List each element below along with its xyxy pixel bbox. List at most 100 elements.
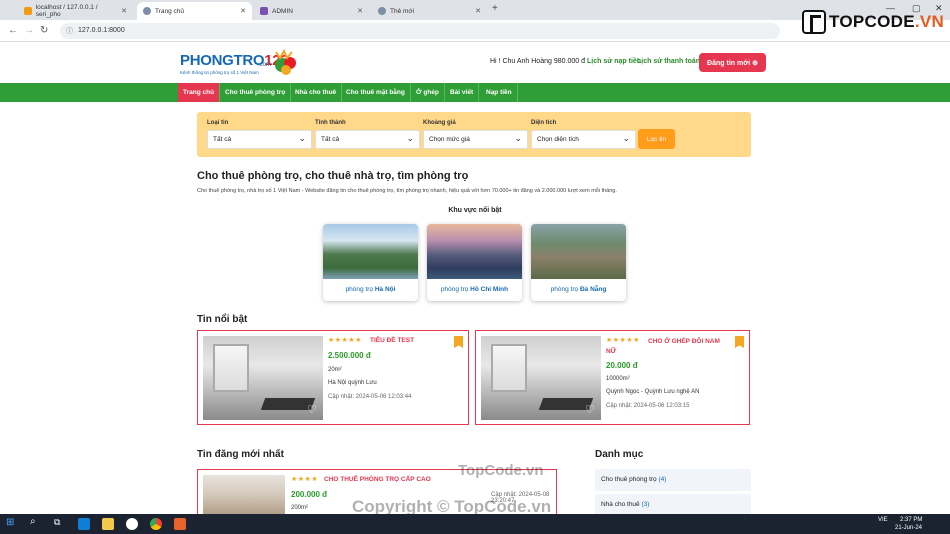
phpmyadmin-icon bbox=[24, 7, 32, 15]
topcode-main: TOPCODE bbox=[829, 12, 915, 31]
type-label: Loại tin bbox=[207, 120, 229, 126]
heart-icon[interactable]: ♡ bbox=[307, 403, 319, 416]
new-tab-icon[interactable]: + bbox=[492, 3, 498, 14]
task-view-icon[interactable]: ⧉ bbox=[54, 517, 66, 529]
listing-price: 200.000 đ bbox=[291, 490, 328, 499]
site-logo[interactable]: PHONGTRO123 .com Kênh thông tin phòng tr… bbox=[180, 48, 310, 80]
file-explorer-icon[interactable] bbox=[102, 518, 114, 530]
tab-phpmyadmin[interactable]: localhost / 127.0.0.1 / seri_pho ✕ bbox=[18, 2, 133, 20]
listing-address: Hà Nội quỳnh Lưu bbox=[328, 380, 377, 386]
close-icon[interactable]: ✕ bbox=[475, 7, 481, 15]
menu-item-articles[interactable]: Bài viết bbox=[445, 83, 480, 102]
reload-icon[interactable]: ↻ bbox=[40, 25, 48, 36]
tab-label: ADMIN bbox=[272, 7, 293, 15]
type-value: Tất cả bbox=[213, 136, 232, 143]
watermark-top: TopCode.vn bbox=[458, 462, 544, 479]
close-icon[interactable]: ✕ bbox=[357, 7, 363, 15]
area-name: Hà Nội bbox=[374, 286, 396, 293]
user-greeting: Hi ! Chu Anh Hoàng 980.000 đ bbox=[490, 58, 585, 65]
site-info-icon[interactable]: ⓘ bbox=[66, 26, 73, 36]
logo-tagline: Kênh thông tin phòng trọ số 1 Việt Nam bbox=[180, 70, 259, 75]
province-label: Tỉnh thành bbox=[315, 120, 346, 126]
windows-taskbar: ⊞ ⌕ ⧉ VIE 2:37 PM 21-Jun-24 bbox=[0, 514, 950, 534]
menu-item-sharing[interactable]: Ở ghép bbox=[411, 83, 445, 102]
search-icon[interactable]: ⌕ bbox=[30, 516, 42, 528]
bookmark-icon[interactable] bbox=[735, 336, 744, 348]
listing-updated: Cập nhật: 2024-05-06 12:03:15 bbox=[606, 403, 690, 409]
listing-updated: Cập nhật: 2024-05-06 12:03:44 bbox=[328, 394, 412, 400]
menu-item-home[interactable]: Trang chủ bbox=[178, 83, 221, 102]
latest-title: Tin đăng mới nhất bbox=[197, 449, 284, 460]
category-item[interactable]: Cho thuê phòng trọ (4) bbox=[595, 469, 751, 491]
area-card-danang[interactable]: phòng trọ Đà Nẵng bbox=[531, 224, 626, 301]
close-icon[interactable]: ✕ bbox=[121, 7, 127, 15]
clock-date[interactable]: 21-Jun-24 bbox=[895, 525, 922, 531]
tab-trang-chu[interactable]: Trang chủ ✕ bbox=[137, 2, 252, 20]
url-text: 127.0.0.1:8000 bbox=[78, 27, 125, 34]
back-icon[interactable]: ← bbox=[8, 25, 18, 36]
category-label: Cho thuê phòng trọ bbox=[601, 476, 657, 483]
forward-icon[interactable]: → bbox=[24, 25, 34, 36]
rating-stars: ★★★★ bbox=[291, 476, 319, 483]
filter-button[interactable]: Lọc tin bbox=[638, 129, 675, 149]
listing-title[interactable]: CHO THUÊ PHÒNG TRỌ CẤP CAO bbox=[324, 476, 431, 483]
tab-admin[interactable]: ADMIN ✕ bbox=[254, 2, 369, 20]
close-icon[interactable]: ✕ bbox=[240, 7, 246, 15]
tab-label: Thẻ mới bbox=[390, 7, 415, 15]
topup-history-link[interactable]: Lịch sử nạp tiền bbox=[587, 58, 641, 65]
clock-time[interactable]: 2:37 PM bbox=[900, 517, 922, 523]
price-label: Khoảng giá bbox=[423, 120, 456, 126]
listing-size: 10000m² bbox=[606, 376, 630, 382]
area-select[interactable]: Chọn diện tích bbox=[531, 130, 636, 149]
bootstrap-icon bbox=[260, 7, 268, 15]
category-count: (3) bbox=[641, 501, 650, 508]
area-card-hanoi[interactable]: phòng trọ Hà Nội bbox=[323, 224, 418, 301]
category-item[interactable]: Nhà cho thuê (3) bbox=[595, 494, 751, 516]
area-card-hcm[interactable]: phòng trọ Hồ Chí Minh bbox=[427, 224, 522, 301]
hanoi-image bbox=[323, 224, 418, 279]
price-value: Chọn mức giá bbox=[429, 136, 470, 143]
xampp-icon[interactable] bbox=[174, 518, 186, 530]
tab-label: localhost / 127.0.0.1 / seri_pho bbox=[35, 4, 98, 18]
listing-price: 2.500.000 đ bbox=[328, 351, 371, 360]
listing-title[interactable]: TIÊU ĐỀ TEST bbox=[370, 337, 414, 344]
listing-address: Quỳnh Ngọc - Quỳnh Lưu nghệ AN bbox=[606, 389, 700, 395]
menu-item-houses[interactable]: Nhà cho thuê bbox=[290, 83, 343, 102]
featured-card[interactable]: ♡ ★★★★★ CHO Ở GHÉP ĐÔI NAM NỮ 20.000 đ 1… bbox=[475, 330, 750, 425]
bookmark-icon[interactable] bbox=[454, 336, 463, 348]
site-header bbox=[0, 42, 950, 82]
menu-item-premises[interactable]: Cho thuê mặt bằng bbox=[341, 83, 411, 102]
payment-history-link[interactable]: Lịch sử thanh toán bbox=[637, 58, 700, 65]
windows-start-icon[interactable]: ⊞ bbox=[6, 517, 18, 529]
globe-icon bbox=[143, 7, 151, 15]
heart-icon[interactable]: ♡ bbox=[585, 403, 597, 416]
danang-image bbox=[531, 224, 626, 279]
language-indicator[interactable]: VIE bbox=[878, 517, 888, 523]
logo-text: PHONGTRO bbox=[180, 52, 265, 69]
menu-item-topup[interactable]: Nạp tiền bbox=[481, 83, 518, 102]
post-new-button[interactable]: Đăng tin mới ⊕ bbox=[699, 53, 766, 72]
globe-icon bbox=[378, 7, 386, 15]
area-value: Chọn diện tích bbox=[537, 136, 579, 143]
area-prefix: phòng trọ bbox=[345, 286, 374, 293]
topcode-logo: TOPCODE.VN bbox=[802, 10, 944, 34]
fruit-basket-icon bbox=[275, 48, 296, 75]
province-select[interactable]: Tất cả bbox=[315, 130, 420, 149]
province-value: Tất cả bbox=[321, 136, 340, 143]
chrome-icon[interactable] bbox=[150, 518, 162, 530]
price-select[interactable]: Chọn mức giá bbox=[423, 130, 528, 149]
tab-new-tab[interactable]: Thẻ mới ✕ bbox=[372, 2, 487, 20]
search-filter-panel: Loại tin Tất cả Tỉnh thành Tất cả Khoảng… bbox=[197, 112, 751, 157]
menu-item-rooms[interactable]: Cho thuê phòng trọ bbox=[220, 83, 292, 102]
area-prefix: phòng trọ bbox=[440, 286, 469, 293]
vscode-icon[interactable] bbox=[78, 518, 90, 530]
room-image: ♡ bbox=[203, 336, 323, 420]
zalo-icon[interactable] bbox=[126, 518, 138, 530]
categories-title: Danh mục bbox=[595, 449, 644, 460]
main-menu: Trang chủ Cho thuê phòng trọ Nhà cho thu… bbox=[0, 83, 950, 102]
featured-card[interactable]: ♡ ★★★★★ TIÊU ĐỀ TEST 2.500.000 đ 20m² Hà… bbox=[197, 330, 469, 425]
areas-title: Khu vực nổi bật bbox=[448, 207, 502, 214]
listing-title[interactable]: CHO Ở GHÉP ĐÔI NAM NỮ bbox=[606, 337, 731, 357]
url-input[interactable]: ⓘ 127.0.0.1:8000 bbox=[60, 23, 780, 39]
type-select[interactable]: Tất cả bbox=[207, 130, 312, 149]
